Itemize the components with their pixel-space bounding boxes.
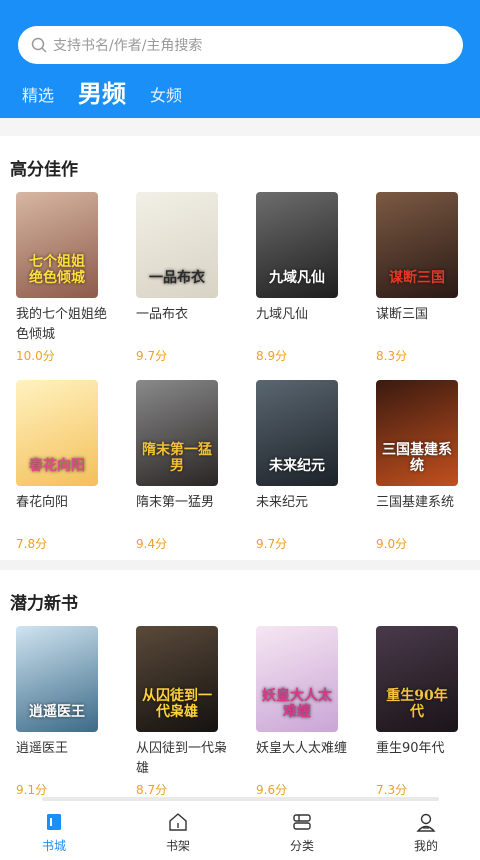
- nav-bookstore[interactable]: 书城: [24, 811, 84, 854]
- book-score: 8.9分: [256, 349, 288, 363]
- book-title[interactable]: 逍遥医王: [16, 739, 116, 759]
- book-cover[interactable]: 三国基建系统: [376, 380, 458, 486]
- book-cover[interactable]: 隋末第一猛男: [136, 380, 218, 486]
- search-bar[interactable]: 支持书名/作者/主角搜索: [18, 26, 463, 64]
- book-score: 8.7分: [136, 783, 168, 797]
- nav-category-label: 分类: [289, 839, 314, 853]
- book-cover-text: 妖皇大人太难缠: [262, 688, 332, 720]
- book-score: 10.0分: [16, 349, 55, 363]
- book-cover-text: 七个姐姐 绝色倾城: [29, 254, 85, 286]
- tab-featured[interactable]: 精选: [22, 82, 54, 106]
- header: 支持书名/作者/主角搜索 精选 男频 女频: [0, 0, 480, 118]
- book-cover[interactable]: 九域凡仙: [256, 192, 338, 298]
- book-cover[interactable]: 重生90年代: [376, 626, 458, 732]
- book-cover-text: 九域凡仙: [269, 270, 325, 286]
- book-title[interactable]: 三国基建系统: [376, 493, 476, 513]
- bookstore-icon: [47, 814, 61, 830]
- book-title[interactable]: 重生90年代: [376, 739, 476, 759]
- book-title[interactable]: 从囚徒到一代枭雄: [136, 739, 236, 779]
- profile-icon: [416, 813, 436, 832]
- book-cover[interactable]: 从囚徒到一代枭雄: [136, 626, 218, 732]
- section-divider: [0, 560, 480, 570]
- book-score: 9.0分: [376, 537, 408, 551]
- book-score: 7.8分: [16, 537, 48, 551]
- book-cover[interactable]: 春花向阳: [16, 380, 98, 486]
- nav-bookshelf[interactable]: 书架: [148, 811, 208, 854]
- book-score: 9.4分: [136, 537, 168, 551]
- book-title[interactable]: 谋断三国: [376, 305, 476, 325]
- channel-tabs: 精选 男频 女频: [0, 72, 480, 112]
- book-score: 8.3分: [376, 349, 408, 363]
- book-title[interactable]: 春花向阳: [16, 493, 116, 513]
- book-cover-text: 春花向阳: [29, 458, 85, 474]
- category-icon: [293, 814, 311, 830]
- book-score: 9.7分: [136, 349, 168, 363]
- nav-category[interactable]: 分类: [272, 811, 332, 854]
- book-cover[interactable]: 妖皇大人太难缠: [256, 626, 338, 732]
- book-title[interactable]: 一品布衣: [136, 305, 236, 325]
- search-icon: [31, 37, 47, 53]
- nav-profile-label: 我的: [413, 839, 438, 853]
- book-score: 9.1分: [16, 783, 48, 797]
- book-cover[interactable]: 逍遥医王: [16, 626, 98, 732]
- book-cover-text: 三国基建系统: [382, 442, 452, 474]
- book-title[interactable]: 我的七个姐姐绝色倾城: [16, 305, 116, 345]
- book-cover-text: 逍遥医王: [29, 704, 85, 720]
- book-score: 9.7分: [256, 537, 288, 551]
- header-spacer: [0, 118, 480, 136]
- bottom-nav: 书城 书架 分类 我的: [0, 801, 480, 860]
- bookshelf-icon: [169, 813, 187, 831]
- section-title-new-books: 潜力新书: [10, 594, 78, 614]
- book-cover-text: 重生90年代: [386, 688, 448, 720]
- search-placeholder: 支持书名/作者/主角搜索: [53, 38, 203, 54]
- book-title[interactable]: 妖皇大人太难缠: [256, 739, 356, 759]
- book-cover[interactable]: 七个姐姐 绝色倾城: [16, 192, 98, 298]
- book-cover-text: 隋末第一猛男: [142, 442, 212, 474]
- book-title[interactable]: 九域凡仙: [256, 305, 356, 325]
- book-cover[interactable]: 一品布衣: [136, 192, 218, 298]
- book-cover[interactable]: 谋断三国: [376, 192, 458, 298]
- nav-bookshelf-label: 书架: [165, 839, 190, 853]
- nav-profile[interactable]: 我的: [396, 811, 456, 854]
- tab-female[interactable]: 女频: [150, 82, 182, 106]
- tab-male[interactable]: 男频: [78, 74, 126, 109]
- nav-bookstore-label: 书城: [41, 839, 66, 853]
- book-score: 9.6分: [256, 783, 288, 797]
- book-cover-text: 谋断三国: [389, 270, 445, 286]
- book-cover[interactable]: 未来纪元: [256, 380, 338, 486]
- book-title[interactable]: 隋末第一猛男: [136, 493, 236, 513]
- book-title[interactable]: 未来纪元: [256, 493, 356, 513]
- book-cover-text: 一品布衣: [149, 270, 205, 286]
- section-title-high-score: 高分佳作: [10, 160, 78, 180]
- book-cover-text: 未来纪元: [269, 458, 325, 474]
- book-cover-text: 从囚徒到一代枭雄: [142, 688, 212, 720]
- book-score: 7.3分: [376, 783, 408, 797]
